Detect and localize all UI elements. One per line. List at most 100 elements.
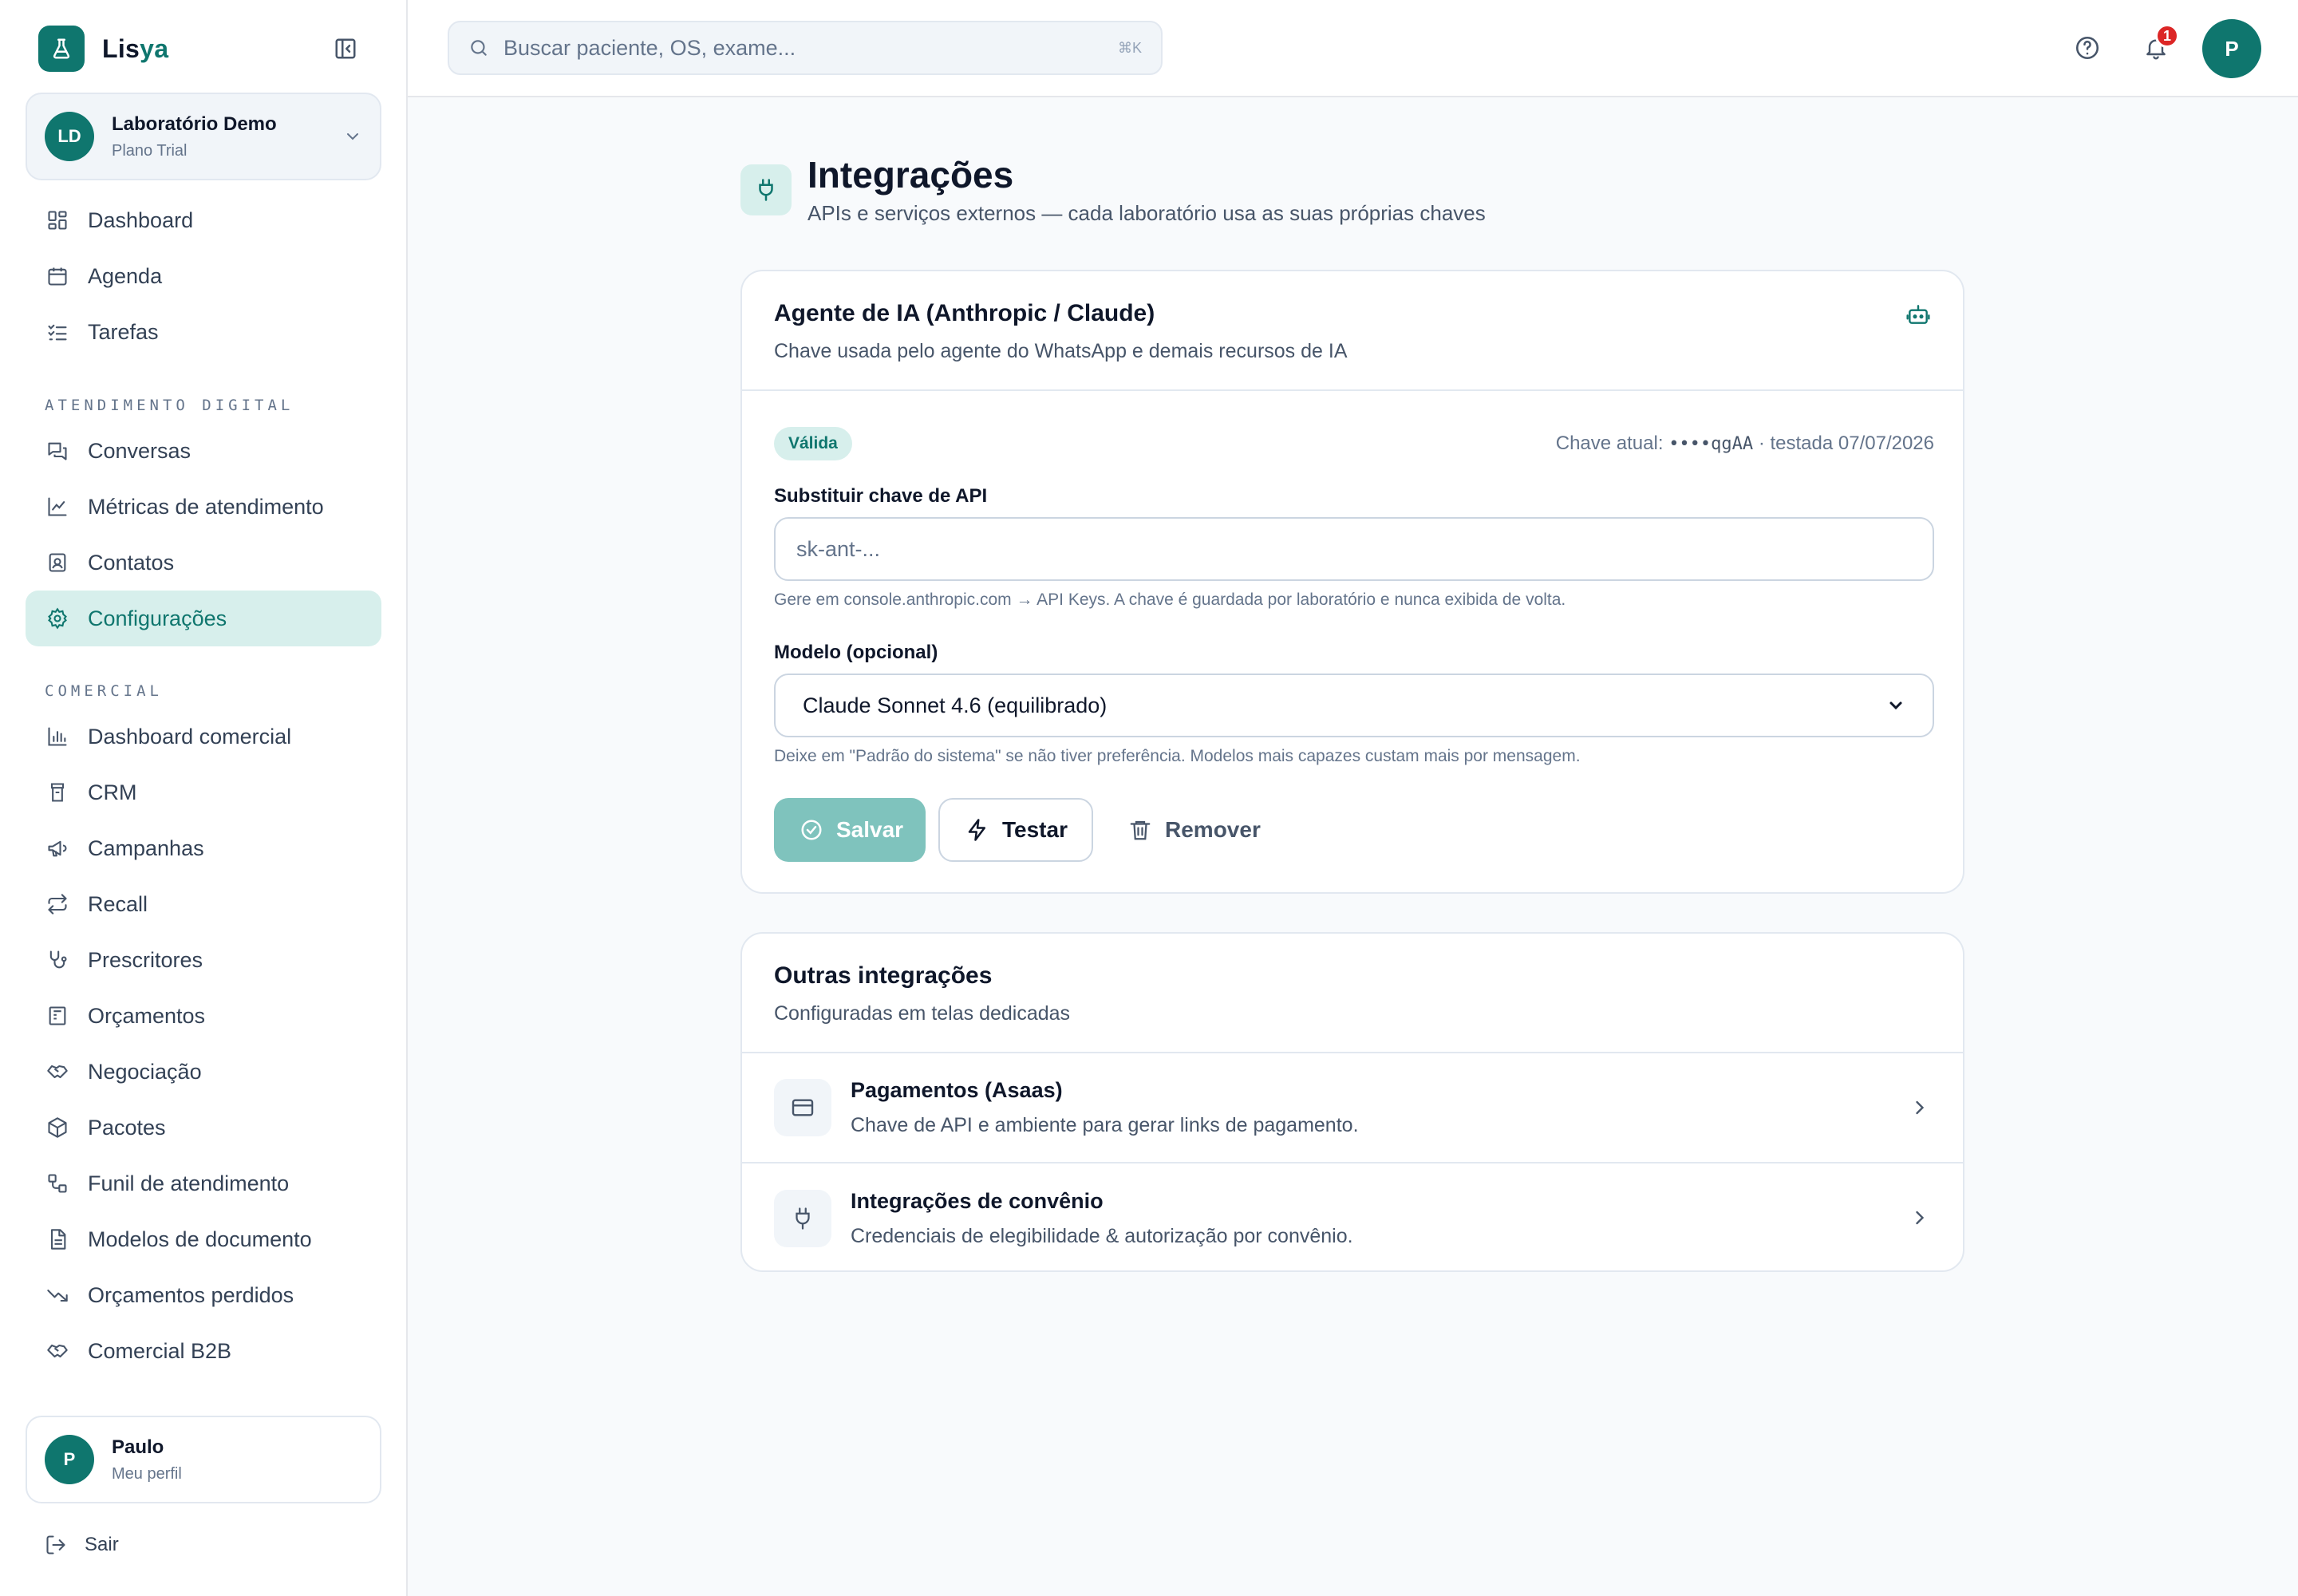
sidebar-item-label: Dashboard comercial	[88, 724, 292, 749]
sidebar-item-label: Agenda	[88, 263, 163, 288]
api-key-input[interactable]	[774, 517, 1934, 581]
nav-comercial: Dashboard comercial CRM Campanhas Recall…	[26, 709, 381, 1379]
user-profile-link: Meu perfil	[112, 1464, 182, 1483]
status-badge: Válida	[774, 427, 852, 460]
sidebar-item-label: Configurações	[88, 606, 227, 630]
sidebar-item-label: Tarefas	[88, 319, 159, 344]
workflow-icon	[45, 1171, 70, 1196]
test-button[interactable]: Testar	[938, 798, 1093, 862]
sidebar-item-prescritores[interactable]: Prescritores	[26, 932, 381, 988]
sidebar-item-label: Comercial B2B	[88, 1338, 232, 1363]
page-subtitle: APIs e serviços externos — cada laborató…	[807, 201, 1486, 225]
gear-icon	[45, 606, 70, 631]
logout-icon	[45, 1534, 67, 1556]
chevron-down-icon	[343, 127, 362, 146]
brand[interactable]: Lisya	[38, 26, 168, 72]
calendar-icon	[45, 263, 70, 289]
handshake-icon	[45, 1059, 70, 1084]
row-subtitle: Chave de API e ambiente para gerar links…	[851, 1114, 1359, 1136]
sidebar-item-label: Dashboard	[88, 207, 194, 232]
row-subtitle: Credenciais de elegibilidade & autorizaç…	[851, 1225, 1353, 1247]
sidebar-item-comercial-b2b[interactable]: Comercial B2B	[26, 1323, 381, 1379]
handshake-icon	[45, 1338, 70, 1364]
sidebar-item-orcamentos-perdidos[interactable]: Orçamentos perdidos	[26, 1267, 381, 1323]
sidebar-item-negociacao[interactable]: Negociação	[26, 1044, 381, 1100]
model-selected-value: Claude Sonnet 4.6 (equilibrado)	[803, 693, 1108, 717]
model-select[interactable]: Claude Sonnet 4.6 (equilibrado)	[774, 674, 1934, 737]
card-header: Outras integrações Configuradas em telas…	[742, 934, 1963, 1053]
api-key-hint: Gere em console.anthropic.com → API Keys…	[774, 591, 1566, 609]
sidebar-item-modelos-documento[interactable]: Modelos de documento	[26, 1211, 381, 1267]
chevron-right-icon	[1909, 1096, 1931, 1119]
sidebar-item-dashboard-comercial[interactable]: Dashboard comercial	[26, 709, 381, 764]
key-status-row: Válida Chave atual: ••••qgAA · testada 0…	[774, 426, 1934, 461]
chevron-right-icon	[1909, 1207, 1931, 1229]
sidebar-item-label: Contatos	[88, 550, 175, 575]
row-title: Pagamentos (Asaas)	[851, 1078, 1063, 1102]
sidebar-item-agenda[interactable]: Agenda	[26, 248, 381, 304]
sidebar-item-label: Orçamentos	[88, 1003, 206, 1028]
search-shortcut: ⌘K	[1117, 39, 1142, 56]
logout-label: Sair	[85, 1534, 119, 1555]
chat-icon	[45, 438, 70, 464]
checklist-icon	[45, 319, 70, 345]
logout-button[interactable]: Sair	[45, 1529, 119, 1561]
sidebar-item-campanhas[interactable]: Campanhas	[26, 820, 381, 876]
search-icon	[468, 38, 489, 58]
sidebar-item-label: Recall	[88, 891, 148, 916]
remove-button[interactable]: Remover	[1106, 798, 1286, 862]
contact-icon	[45, 550, 70, 575]
sidebar-item-orcamentos[interactable]: Orçamentos	[26, 988, 381, 1044]
sidebar-item-funil[interactable]: Funil de atendimento	[26, 1156, 381, 1211]
section-atendimento-digital: ATENDIMENTO DIGITAL	[45, 397, 294, 414]
user-name: Paulo	[112, 1436, 164, 1458]
action-buttons: Salvar Testar Remover	[774, 798, 1299, 862]
integration-row-pagamentos[interactable]: Pagamentos (Asaas) Chave de API e ambien…	[742, 1053, 1963, 1163]
sidebar-item-conversas[interactable]: Conversas	[26, 423, 381, 479]
stethoscope-icon	[45, 947, 70, 973]
credit-card-icon	[774, 1079, 831, 1136]
search-bar[interactable]: ⌘K	[448, 21, 1163, 75]
org-name: Laboratório Demo	[112, 113, 277, 135]
sidebar-item-crm[interactable]: CRM	[26, 764, 381, 820]
flask-icon	[38, 26, 85, 72]
topbar: ⌘K 1 P	[408, 0, 2298, 97]
nav-main: Dashboard Agenda Tarefas	[26, 192, 381, 360]
lightning-icon	[965, 818, 1002, 842]
organization-switcher[interactable]: LD Laboratório Demo Plano Trial	[26, 93, 381, 180]
sidebar-item-label: Campanhas	[88, 836, 204, 860]
notification-badge: 1	[2155, 24, 2179, 48]
sidebar-item-contatos[interactable]: Contatos	[26, 535, 381, 591]
card-title: Agente de IA (Anthropic / Claude)	[774, 300, 1155, 326]
help-icon[interactable]	[2071, 32, 2103, 64]
user-profile-card[interactable]: P Paulo Meu perfil	[26, 1416, 381, 1503]
sidebar-item-tarefas[interactable]: Tarefas	[26, 304, 381, 360]
nav-digital: Conversas Métricas de atendimento Contat…	[26, 423, 381, 646]
dashboard-icon	[45, 207, 70, 233]
card-title: Outras integrações	[774, 962, 993, 989]
repeat-icon	[45, 891, 70, 917]
sidebar-item-recall[interactable]: Recall	[26, 876, 381, 932]
card-subtitle: Configuradas em telas dedicadas	[774, 1002, 1071, 1025]
sidebar-collapse-icon[interactable]	[332, 35, 359, 62]
sidebar-item-label: Pacotes	[88, 1115, 166, 1140]
search-input[interactable]	[503, 35, 1118, 61]
integration-row-convenio[interactable]: Integrações de convênio Credenciais de e…	[742, 1163, 1963, 1270]
line-chart-icon	[45, 494, 70, 519]
section-comercial: COMERCIAL	[45, 682, 163, 700]
megaphone-icon	[45, 836, 70, 861]
sidebar-item-metricas[interactable]: Métricas de atendimento	[26, 479, 381, 535]
sidebar-item-label: Métricas de atendimento	[88, 494, 324, 519]
sidebar-item-label: Negociação	[88, 1059, 202, 1084]
sidebar-item-configuracoes[interactable]: Configurações	[26, 591, 381, 646]
other-integrations-card: Outras integrações Configuradas em telas…	[740, 932, 1964, 1272]
page-title: Integrações	[807, 154, 1014, 196]
api-key-label: Substituir chave de API	[774, 485, 988, 507]
sidebar-item-dashboard[interactable]: Dashboard	[26, 192, 381, 248]
plug-icon	[740, 164, 792, 215]
avatar[interactable]: P	[2202, 19, 2261, 78]
sidebar-item-pacotes[interactable]: Pacotes	[26, 1100, 381, 1156]
save-button[interactable]: Salvar	[774, 798, 926, 862]
crm-icon	[45, 780, 70, 805]
receipt-icon	[45, 1003, 70, 1029]
